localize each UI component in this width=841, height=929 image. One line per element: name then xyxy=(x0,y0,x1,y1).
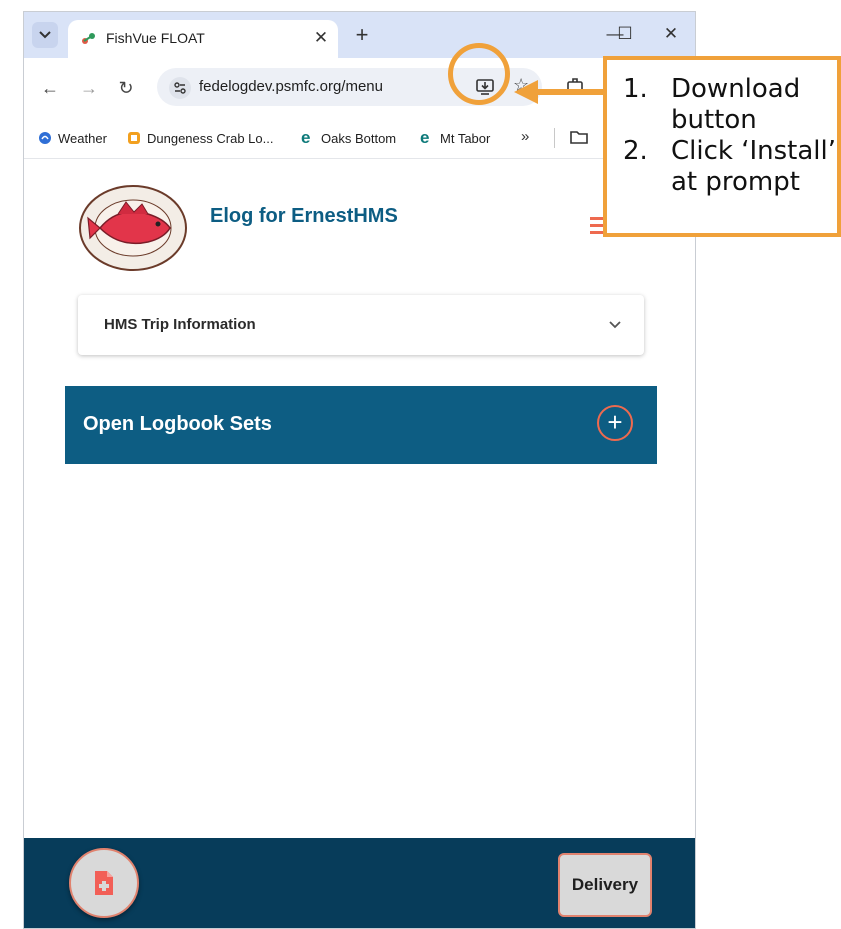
delivery-button[interactable]: Delivery xyxy=(558,853,652,917)
hms-trip-information-accordion[interactable]: HMS Trip Information xyxy=(78,295,644,355)
psmfc-logo xyxy=(79,185,187,271)
reload-icon[interactable]: ↻ xyxy=(114,76,138,100)
chevron-down-icon xyxy=(39,31,51,39)
tab-search-button[interactable] xyxy=(32,22,58,48)
url-text: fedelogdev.psmfc.org/menu xyxy=(199,78,383,95)
logbook-sets-label: Open Logbook Sets xyxy=(83,413,272,435)
step-text: Click ‘Install’ xyxy=(671,136,837,166)
edge-icon: e xyxy=(301,128,311,147)
back-icon[interactable]: ← xyxy=(38,76,62,100)
folder-icon[interactable] xyxy=(570,129,588,145)
document-fab-button[interactable] xyxy=(69,848,139,918)
step-number: 1. xyxy=(623,74,648,104)
bookmark-dungeness-crab[interactable]: Dungeness Crab Lo... xyxy=(127,129,273,147)
instruction-step-2: 2. Click ‘Install’ at prompt xyxy=(623,136,837,198)
crab-log-icon xyxy=(128,132,140,144)
document-icon xyxy=(95,871,113,895)
bookmark-label: Oaks Bottom xyxy=(321,130,397,146)
bookmark-label: Mt Tabor xyxy=(440,130,491,146)
step-text: at prompt xyxy=(671,167,800,197)
step-text: button xyxy=(671,105,757,135)
highlight-circle xyxy=(448,43,510,105)
open-logbook-sets-bar: Open Logbook Sets + xyxy=(65,386,657,464)
window-close-icon[interactable]: ✕ xyxy=(661,24,681,44)
bookmark-oaks-bottom[interactable]: e Oaks Bottom xyxy=(301,129,396,147)
instruction-step-1: 1. Download button xyxy=(623,74,837,136)
step-text: Download xyxy=(671,74,801,104)
callout-arrow xyxy=(514,80,604,104)
app-title: Elog for ErnestHMS xyxy=(210,205,398,227)
forward-icon[interactable]: → xyxy=(77,76,101,100)
bookmarks-divider xyxy=(554,128,555,148)
tab-close-icon[interactable]: ✕ xyxy=(312,29,330,47)
weather-icon xyxy=(39,132,51,144)
add-logbook-set-button[interactable]: + xyxy=(597,405,633,441)
fishvue-favicon-icon xyxy=(82,33,95,44)
site-settings-icon[interactable] xyxy=(169,77,191,99)
tab-strip: FishVue FLOAT ✕ + — ☐ ✕ xyxy=(24,12,695,58)
instruction-callout: 1. Download button 2. Click ‘Install’ at… xyxy=(603,56,841,237)
browser-window: FishVue FLOAT ✕ + — ☐ ✕ ← → ↻ fedelogdev… xyxy=(23,11,696,929)
step-number: 2. xyxy=(623,136,648,166)
chevron-down-icon xyxy=(609,321,621,329)
edge-icon: e xyxy=(420,128,430,147)
more-bookmarks-button[interactable]: » xyxy=(521,128,529,145)
new-tab-button[interactable]: + xyxy=(352,24,372,46)
bookmark-label: Dungeness Crab Lo... xyxy=(147,130,274,146)
bookmark-mt-tabor[interactable]: e Mt Tabor xyxy=(420,129,490,147)
browser-tab[interactable]: FishVue FLOAT ✕ xyxy=(68,20,338,58)
tab-title: FishVue FLOAT xyxy=(106,30,205,46)
accordion-label: HMS Trip Information xyxy=(104,316,256,333)
bookmarks-bar: Weather Dungeness Crab Lo... e Oaks Bott… xyxy=(24,118,695,159)
bookmark-label: Weather xyxy=(58,130,107,146)
bookmark-weather[interactable]: Weather xyxy=(38,129,107,147)
menu-icon[interactable] xyxy=(590,217,604,237)
maximize-icon[interactable]: ☐ xyxy=(615,24,635,44)
